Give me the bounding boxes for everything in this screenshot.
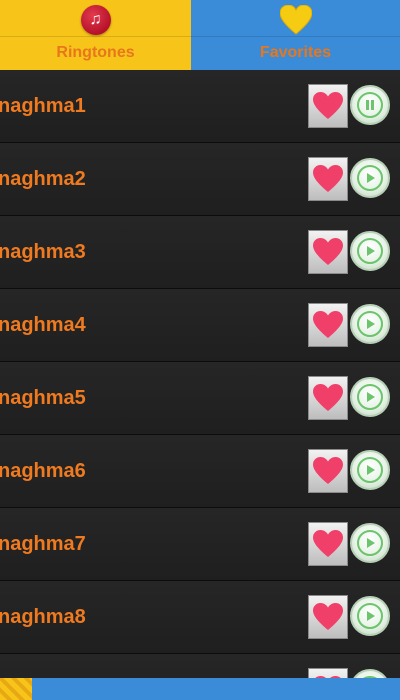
heart-icon — [313, 603, 343, 630]
play-icon — [367, 319, 375, 329]
ringtone-list[interactable]: naghma1 naghma2 naghma3 naghma4 naghma5 naghm… — [0, 70, 400, 678]
play-button[interactable] — [350, 596, 390, 636]
ringtone-name: naghma4 — [0, 314, 86, 336]
favorite-button[interactable] — [308, 522, 348, 566]
ringtone-row[interactable]: naghma1 — [0, 70, 400, 143]
favorite-button[interactable] — [308, 668, 348, 678]
ringtone-name: naghma3 — [0, 241, 86, 263]
heart-icon — [313, 457, 343, 484]
tab-bar: ♫ Ringtones Favorites — [0, 0, 400, 70]
ringtone-row[interactable]: naghma5 — [0, 362, 400, 435]
music-note-icon: ♫ — [80, 5, 111, 35]
play-ring — [357, 92, 383, 118]
ringtone-name: naghma2 — [0, 168, 86, 190]
ringtone-row[interactable]: naghma2 — [0, 143, 400, 216]
heart-icon — [313, 92, 343, 119]
play-ring — [357, 384, 383, 410]
ringtone-row[interactable]: naghma3 — [0, 216, 400, 289]
favorite-button[interactable] — [308, 230, 348, 274]
play-ring — [357, 603, 383, 629]
ringtone-name: naghma5 — [0, 387, 86, 409]
favorite-button[interactable] — [308, 157, 348, 201]
heart-icon — [313, 165, 343, 192]
tab-favorites-label: Favorites — [259, 44, 332, 61]
play-icon — [367, 392, 375, 402]
tab-ringtones[interactable]: ♫ Ringtones — [0, 0, 191, 70]
ringtone-name: naghma6 — [0, 460, 86, 482]
play-ring — [357, 457, 383, 483]
favorite-button[interactable] — [308, 303, 348, 347]
play-button[interactable] — [350, 523, 390, 563]
ringtone-row[interactable]: naghma8 — [0, 581, 400, 654]
ringtone-name: naghma7 — [0, 533, 86, 555]
favorite-button[interactable] — [308, 595, 348, 639]
ringtone-name: naghma1 — [0, 95, 86, 117]
play-button[interactable] — [350, 158, 390, 198]
play-button[interactable] — [350, 231, 390, 271]
heart-icon — [313, 238, 343, 265]
heart-icon — [279, 5, 312, 35]
tab-divider — [191, 36, 400, 37]
play-ring — [357, 165, 383, 191]
heart-icon — [313, 530, 343, 557]
play-button[interactable] — [350, 377, 390, 417]
play-icon — [367, 173, 375, 183]
play-ring — [357, 311, 383, 337]
tab-ringtones-label: Ringtones — [56, 44, 135, 61]
favorite-button[interactable] — [308, 376, 348, 420]
bottom-bar — [0, 678, 400, 700]
tab-favorites[interactable]: Favorites — [191, 0, 400, 70]
play-icon — [367, 465, 375, 475]
pause-icon — [366, 100, 374, 110]
tab-divider — [0, 36, 191, 37]
heart-icon — [313, 311, 343, 338]
play-icon — [367, 611, 375, 621]
ringtone-row[interactable]: naghma7 — [0, 508, 400, 581]
play-icon — [367, 246, 375, 256]
ringtone-row[interactable]: naghma6 — [0, 435, 400, 508]
ringtone-row[interactable] — [0, 654, 400, 678]
stripe-decoration — [0, 678, 32, 700]
play-ring — [357, 238, 383, 264]
ringtone-row[interactable]: naghma4 — [0, 289, 400, 362]
pause-button[interactable] — [350, 85, 390, 125]
play-button[interactable] — [350, 669, 390, 678]
heart-icon — [313, 384, 343, 411]
play-button[interactable] — [350, 304, 390, 344]
play-ring — [357, 530, 383, 556]
favorite-button[interactable] — [308, 84, 348, 128]
play-icon — [367, 538, 375, 548]
play-button[interactable] — [350, 450, 390, 490]
ringtone-name: naghma8 — [0, 606, 86, 628]
favorite-button[interactable] — [308, 449, 348, 493]
